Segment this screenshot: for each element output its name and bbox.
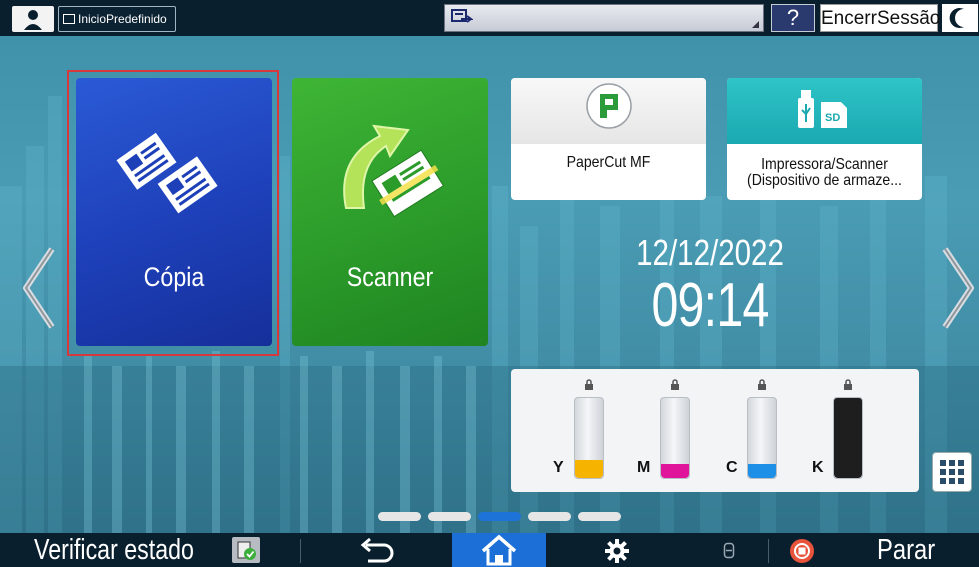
memory-indicator-icon: [723, 542, 735, 559]
toner-yellow: Y: [549, 369, 629, 492]
storage-tile-label-line2: (Dispositivo de armaze...: [747, 172, 902, 189]
page-dot-2[interactable]: [428, 512, 471, 521]
page-dot-1[interactable]: [378, 512, 421, 521]
page-dot-4[interactable]: [528, 512, 571, 521]
toner-black: K: [808, 369, 888, 492]
toner-fill-c: [748, 463, 776, 478]
default-home-label: InicioPredefinido: [78, 12, 167, 26]
page-dot-5[interactable]: [578, 512, 621, 521]
papercut-app-tile[interactable]: PaperCut MF: [511, 78, 706, 200]
toner-fill-y: [575, 460, 603, 478]
lock-icon: [758, 379, 766, 390]
toner-bottle-c: [747, 397, 777, 479]
scanner-icon: [343, 124, 445, 218]
bar-divider: [768, 539, 769, 563]
top-bar: InicioPredefinido ? EncerrSessão: [0, 0, 979, 36]
toner-level-panel[interactable]: Y M C K: [511, 369, 919, 492]
scanner-app-tile[interactable]: Scanner: [292, 78, 488, 346]
page-indicator: [378, 512, 628, 522]
toner-bottle-y: [574, 397, 604, 479]
status-indicator-button[interactable]: [232, 537, 260, 563]
toner-cyan: C: [722, 369, 802, 492]
user-button[interactable]: [12, 6, 54, 32]
grid-icon: [940, 460, 964, 484]
toner-fill-m: [661, 463, 689, 478]
user-icon: [24, 10, 42, 30]
usb-sd-icon: SD: [798, 90, 847, 128]
copy-documents-icon: [116, 132, 218, 214]
toner-label-k: K: [812, 459, 824, 476]
toner-bottle-m: [660, 397, 690, 479]
bottom-bar: Verificar estado Parar: [0, 533, 979, 567]
storage-device-app-tile[interactable]: SD Impressora/Scanner (Dispositivo de ar…: [727, 78, 922, 200]
help-button[interactable]: ?: [771, 4, 815, 32]
job-status-icon: [237, 541, 256, 560]
toner-label-m: M: [637, 459, 651, 476]
energy-saver-button[interactable]: [942, 4, 978, 32]
copy-app-tile[interactable]: Cópia: [76, 78, 272, 346]
previous-page-arrow[interactable]: [18, 245, 58, 331]
stop-label[interactable]: Parar: [877, 534, 935, 567]
toner-magenta: M: [635, 369, 715, 492]
stop-icon: [794, 543, 810, 559]
next-page-arrow[interactable]: [939, 245, 979, 331]
bar-divider: [300, 539, 301, 563]
keypad-icon: [63, 14, 75, 24]
toner-bottle-k: [833, 397, 863, 479]
check-status-button[interactable]: Verificar estado: [34, 534, 194, 567]
toner-label-c: C: [726, 459, 738, 476]
app-list-button[interactable]: [932, 452, 972, 492]
toner-fill-k: [834, 398, 862, 478]
home-icon: [481, 534, 517, 566]
current-time: 09:14: [651, 271, 769, 340]
back-icon[interactable]: [356, 537, 396, 563]
lock-icon: [585, 379, 593, 390]
toner-label-y: Y: [553, 459, 564, 476]
home-button[interactable]: [452, 533, 546, 567]
lock-icon: [844, 379, 852, 390]
svg-text:SD: SD: [825, 112, 840, 124]
copy-tile-label: Cópia: [143, 262, 205, 292]
storage-tile-label-line1: Impressora/Scanner: [761, 156, 888, 173]
page-dot-3[interactable]: [478, 512, 521, 521]
moon-icon: [949, 7, 964, 29]
logout-button[interactable]: EncerrSessão: [820, 4, 940, 32]
resize-corner-icon: [752, 21, 759, 28]
papercut-logo-icon: [586, 83, 632, 129]
stop-button[interactable]: [790, 539, 814, 563]
current-date: 12/12/2022: [636, 232, 784, 273]
scanner-tile-label: Scanner: [346, 262, 434, 292]
gear-icon[interactable]: [604, 538, 630, 564]
papercut-tile-label: PaperCut MF: [566, 154, 651, 171]
lock-icon: [671, 379, 679, 390]
message-bar[interactable]: [444, 4, 764, 32]
screen-message-icon: [451, 9, 473, 23]
default-home-button[interactable]: InicioPredefinido: [58, 6, 176, 32]
